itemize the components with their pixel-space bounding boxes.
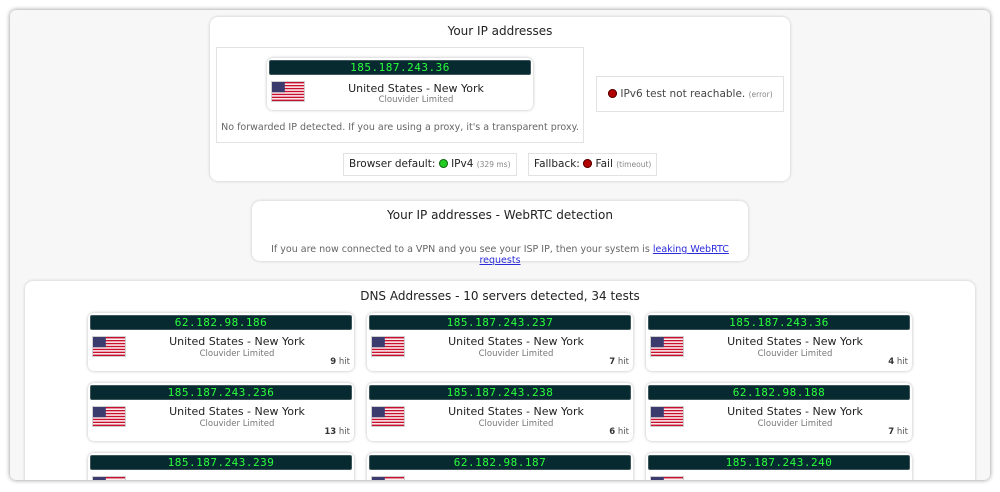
dns-server-ip[interactable]: 62.182.98.186	[90, 315, 352, 330]
hit-suffix: hit	[896, 357, 908, 367]
fallback-chip: Fallback: Fail (timeout)	[528, 153, 658, 176]
webrtc-panel: Your IP addresses - WebRTC detection If …	[252, 201, 748, 266]
dns-server-card: 185.187.243.236 United States - New York…	[88, 383, 354, 441]
hit-suffix: hit	[896, 427, 908, 437]
ipv6-result-box: IPv6 test not reachable. (error)	[596, 76, 784, 112]
us-flag-svg	[93, 477, 125, 480]
ipv4-location: United States - New York	[348, 82, 484, 95]
hit-count: 7	[609, 357, 616, 367]
us-flag-icon	[92, 476, 126, 480]
dns-server-location: United States - New York	[727, 405, 863, 418]
dns-server-ip[interactable]: 185.187.243.36	[648, 315, 910, 330]
webrtc-note-text: If you are now connected to a VPN and yo…	[271, 244, 650, 255]
dns-server-card: 185.187.243.36 United States - New York …	[646, 313, 912, 371]
dns-server-card: 185.187.243.240	[646, 453, 912, 480]
dns-server-card: 185.187.243.237 United States - New York…	[367, 313, 633, 371]
dns-server-location: United States - New York	[169, 335, 305, 348]
us-flag-svg	[272, 82, 304, 101]
dns-server-ip[interactable]: 185.187.243.237	[369, 315, 631, 330]
fallback-label: Fallback:	[534, 158, 580, 170]
us-flag-icon	[271, 81, 305, 102]
browser-default-detail: (329 ms)	[476, 160, 511, 169]
hit-count: 7	[888, 427, 895, 437]
browser-default-label: Browser default:	[349, 158, 436, 170]
dns-server-ip[interactable]: 62.182.98.187	[369, 455, 631, 470]
dns-server-isp: Clouvider Limited	[478, 419, 554, 429]
dns-server-hits: 9 hit	[330, 357, 350, 367]
ipv4-address[interactable]: 185.187.243.36	[269, 60, 531, 75]
dns-server-card: 62.182.98.186 United States - New York C…	[88, 313, 354, 371]
hit-suffix: hit	[338, 357, 350, 367]
dns-panel-title: DNS Addresses - 10 servers detected, 34 …	[360, 289, 640, 303]
status-red-dot-icon	[583, 159, 593, 168]
dns-server-ip[interactable]: 185.187.243.238	[369, 385, 631, 400]
dns-server-ip[interactable]: 185.187.243.240	[648, 455, 910, 470]
dns-server-location: United States - New York	[448, 405, 584, 418]
us-flag-svg	[93, 337, 125, 356]
dns-server-card: 185.187.243.238 United States - New York…	[367, 383, 633, 441]
us-flag-icon	[92, 406, 126, 427]
dns-server-isp: Clouvider Limited	[757, 349, 833, 359]
hit-count: 9	[330, 357, 337, 367]
dns-server-isp: Clouvider Limited	[199, 349, 275, 359]
ipv4-card: 185.187.243.36 United States - New York …	[267, 58, 533, 110]
status-green-dot-icon	[438, 159, 448, 168]
dns-server-ip[interactable]: 62.182.98.188	[648, 385, 910, 400]
hit-suffix: hit	[617, 427, 629, 437]
dns-server-isp: Clouvider Limited	[478, 349, 554, 359]
dns-server-card: 185.187.243.239	[88, 453, 354, 480]
dns-server-isp: Clouvider Limited	[757, 419, 833, 429]
dns-server-isp: Clouvider Limited	[199, 419, 275, 429]
ipv6-status-detail: (error)	[748, 90, 773, 99]
dns-server-hits: 13 hit	[324, 427, 350, 437]
webrtc-note: If you are now connected to a VPN and yo…	[252, 244, 748, 266]
hit-count: 13	[324, 427, 337, 437]
browser-viewport: Your IP addresses 185.187.243.36 United …	[10, 10, 990, 480]
us-flag-svg	[372, 337, 404, 356]
browser-default-chip: Browser default: IPv4 (329 ms)	[343, 153, 517, 176]
ipv6-status: IPv6 test not reachable. (error)	[608, 88, 773, 100]
us-flag-icon	[371, 406, 405, 427]
dns-server-card: 62.182.98.188 United States - New York C…	[646, 383, 912, 441]
dns-server-hits: 7 hit	[609, 357, 629, 367]
dns-server-location: United States - New York	[727, 335, 863, 348]
dns-server-ip[interactable]: 185.187.243.239	[90, 455, 352, 470]
us-flag-icon	[650, 336, 684, 357]
dns-server-location: United States - New York	[169, 405, 305, 418]
dns-server-hits: 4 hit	[888, 357, 908, 367]
webrtc-panel-title: Your IP addresses - WebRTC detection	[387, 208, 613, 222]
dns-server-card: 62.182.98.187	[367, 453, 633, 480]
dns-server-hits: 6 hit	[609, 427, 629, 437]
ipv4-isp: Clouvider Limited	[378, 95, 454, 105]
us-flag-icon	[92, 336, 126, 357]
ip-panel-title: Your IP addresses	[447, 24, 553, 38]
hit-count: 6	[609, 427, 616, 437]
ipv4-result-box: 185.187.243.36 United States - New York …	[216, 47, 584, 143]
us-flag-icon	[371, 336, 405, 357]
forwarded-ip-note: No forwarded IP detected. If you are usi…	[221, 122, 579, 133]
us-flag-svg	[372, 477, 404, 480]
us-flag-icon	[650, 406, 684, 427]
us-flag-svg	[651, 407, 683, 426]
us-flag-svg	[93, 407, 125, 426]
dns-server-hits: 7 hit	[888, 427, 908, 437]
us-flag-svg	[651, 337, 683, 356]
hit-count: 4	[888, 357, 895, 367]
fallback-result: Fail	[595, 158, 613, 170]
us-flag-icon	[650, 476, 684, 480]
dns-server-location: United States - New York	[448, 335, 584, 348]
hit-suffix: hit	[338, 427, 350, 437]
us-flag-svg	[651, 477, 683, 480]
status-red-dot-icon	[608, 89, 617, 98]
ipv6-status-text: IPv6 test not reachable.	[620, 88, 746, 100]
hit-suffix: hit	[617, 357, 629, 367]
ip-addresses-panel: Your IP addresses 185.187.243.36 United …	[210, 17, 790, 181]
us-flag-icon	[371, 476, 405, 480]
fallback-detail: (timeout)	[616, 160, 652, 169]
browser-default-protocol: IPv4	[451, 158, 474, 170]
dns-addresses-panel: DNS Addresses - 10 servers detected, 34 …	[25, 281, 975, 480]
us-flag-svg	[372, 407, 404, 426]
dns-server-ip[interactable]: 185.187.243.236	[90, 385, 352, 400]
